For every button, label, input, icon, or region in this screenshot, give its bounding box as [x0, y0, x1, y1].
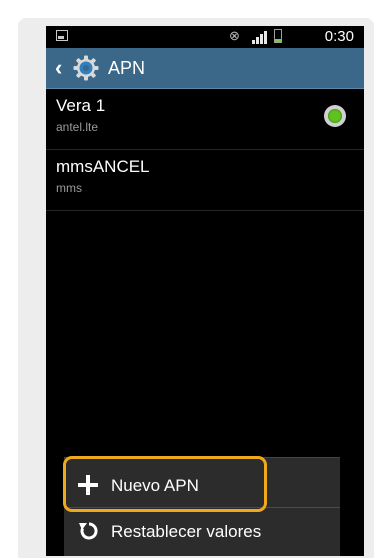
status-time: 0:30 — [324, 28, 354, 45]
apn-name: mmsANCEL — [56, 157, 150, 176]
apn-name: Vera 1 — [56, 96, 106, 115]
phone-screen: ⊗ 0:30 ‹ APN Vera 1 antel.lte mmsANCEL m… — [46, 26, 364, 556]
menu-item-reset[interactable]: Restablecer valores — [64, 508, 340, 553]
screenshot-icon — [56, 30, 68, 41]
apn-value: mms — [56, 181, 82, 195]
radio-selected-icon[interactable] — [324, 105, 346, 127]
page-title: APN — [108, 58, 146, 78]
menu-item-new-apn[interactable]: Nuevo APN — [64, 462, 340, 507]
chevron-left-icon[interactable]: ‹ — [55, 56, 62, 80]
battery-icon — [274, 29, 282, 43]
list-item-apn[interactable]: mmsANCEL mms — [46, 150, 364, 211]
menu-item-label: Restablecer valores — [111, 522, 262, 541]
plus-icon — [78, 475, 98, 495]
eye-icon: ⊗ — [229, 28, 240, 43]
menu-item-label: Nuevo APN — [111, 476, 199, 495]
list-item-apn[interactable]: Vera 1 antel.lte — [46, 89, 364, 150]
reset-icon — [79, 522, 98, 540]
status-bar: ⊗ 0:30 — [46, 26, 364, 48]
signal-icon — [252, 30, 268, 44]
gear-icon[interactable] — [73, 55, 99, 81]
action-bar: ‹ APN — [46, 48, 364, 89]
options-menu: Nuevo APN Restablecer valores — [64, 457, 340, 556]
apn-value: antel.lte — [56, 120, 99, 134]
